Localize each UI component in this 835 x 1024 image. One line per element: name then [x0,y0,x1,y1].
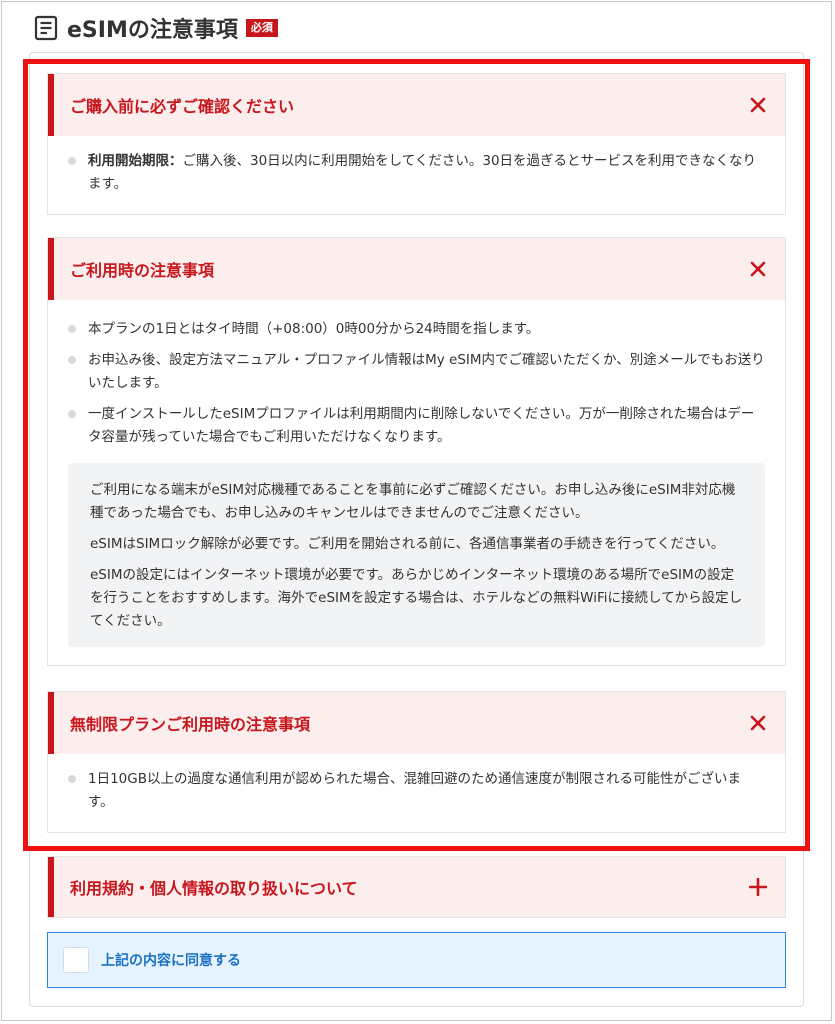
item-text: 1日10GB以上の過度な通信利用が認められた場合、混雑回避のため通信速度が制限さ… [88,771,741,810]
plus-icon[interactable] [747,876,769,898]
section-body: 1日10GB以上の過度な通信利用が認められた場合、混雑回避のため通信速度が制限さ… [48,754,785,832]
section-terms-privacy: 利用規約・個人情報の取り扱いについて [47,856,786,918]
item-text: お申込み後、設定方法マニュアル・プロファイル情報はMy eSIM内でご確認いただ… [88,352,765,391]
notice-text: eSIMはSIMロック解除が必要です。ご利用を開始される前に、各通信事業者の手続… [90,536,725,552]
bullet [68,157,76,165]
section-header: eSIMの注意事項 必須 [33,10,278,46]
required-badge: 必須 [245,19,278,37]
section-title: ご利用時の注意事項 [70,261,215,280]
agree-checkbox[interactable] [63,947,89,973]
bullet [68,325,76,333]
close-icon[interactable] [747,712,769,734]
list-item: 一度インストールしたeSIMプロファイルは利用期間内に削除しないでください。万が… [68,403,765,449]
item-label: 利用開始期限： [88,153,183,169]
section-usage-notes: ご利用時の注意事項 本プランの1日とはタイ時間（+08:00）0時00分から24… [47,237,786,666]
notice-box: ご利用になる端末がeSIM対応機種であることを事前に必ずご確認ください。お申し込… [68,463,765,647]
section-title: ご購入前に必ずご確認ください [70,97,295,116]
list-item: 本プランの1日とはタイ時間（+08:00）0時00分から24時間を指します。 [68,318,765,341]
section-terms-privacy-header[interactable]: 利用規約・個人情報の取り扱いについて [48,857,785,917]
section-before-purchase: ご購入前に必ずご確認ください 利用開始期限：ご購入後、30日以内に利用開始をして… [47,73,786,215]
item-text: 一度インストールしたeSIMプロファイルは利用期間内に削除しないでください。万が… [88,406,755,445]
agree-label[interactable]: 上記の内容に同意する [101,950,241,970]
bullet [68,410,76,418]
section-unlimited-plan: 無制限プランご利用時の注意事項 1日10GB以上の過度な通信利用が認められた場合… [47,691,786,833]
notice-text: eSIMの設定にはインターネット環境が必要です。あらかじめインターネット環境のあ… [90,567,743,629]
section-unlimited-plan-header[interactable]: 無制限プランご利用時の注意事項 [48,692,785,754]
item-text: ご購入後、30日以内に利用開始をしてください。30日を過ぎるとサービスを利用でき… [88,153,757,192]
section-before-purchase-header[interactable]: ご購入前に必ずご確認ください [48,74,785,136]
section-usage-notes-header[interactable]: ご利用時の注意事項 [48,238,785,300]
section-body: 利用開始期限：ご購入後、30日以内に利用開始をしてください。30日を過ぎるとサー… [48,136,785,214]
document-icon [33,15,59,41]
item-text: 本プランの1日とはタイ時間（+08:00）0時00分から24時間を指します。 [88,321,540,337]
page-title: eSIMの注意事項 [67,18,238,43]
section-title: 利用規約・個人情報の取り扱いについて [70,879,358,898]
close-icon[interactable] [747,94,769,116]
bullet [68,775,76,783]
section-title: 無制限プランご利用時の注意事項 [70,715,311,734]
list-item: 1日10GB以上の過度な通信利用が認められた場合、混雑回避のため通信速度が制限さ… [68,768,765,814]
bullet [68,356,76,364]
section-body: 本プランの1日とはタイ時間（+08:00）0時00分から24時間を指します。 お… [48,300,785,665]
notice-text: ご利用になる端末がeSIM対応機種であることを事前に必ずご確認ください。お申し込… [90,482,736,521]
close-icon[interactable] [747,258,769,280]
agree-checkbox-row[interactable]: 上記の内容に同意する [47,932,786,988]
list-item: お申込み後、設定方法マニュアル・プロファイル情報はMy eSIM内でご確認いただ… [68,349,765,395]
list-item: 利用開始期限：ご購入後、30日以内に利用開始をしてください。30日を過ぎるとサー… [68,150,765,196]
